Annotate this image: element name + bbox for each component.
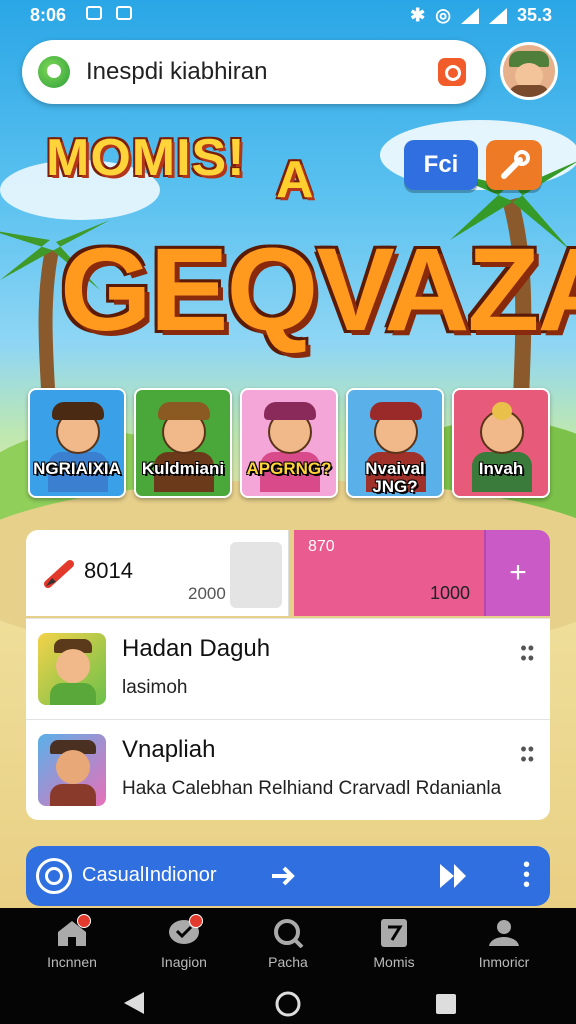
nav-item-chat[interactable]: Inagion xyxy=(134,914,234,970)
character-card[interactable]: Invah xyxy=(452,388,550,498)
avatar[interactable] xyxy=(500,42,558,100)
bottom-action-bar[interactable]: CasualIndionor • • • xyxy=(26,846,550,906)
list-item[interactable]: Vnapliah Haka Calebhan Relhiand Crarvadl… xyxy=(26,719,550,820)
character-name: APGRNG? xyxy=(246,459,332,478)
search-input[interactable]: Inespdi kiabhiran xyxy=(86,58,267,86)
character-name: NGRIAIXIA xyxy=(33,459,121,478)
recents-icon[interactable] xyxy=(434,992,458,1016)
character-name: Nvaival JNG? xyxy=(365,459,425,496)
profile-icon xyxy=(487,918,521,948)
list-item-avatar xyxy=(38,734,106,806)
alarm-icon: ◎ xyxy=(435,5,451,25)
top-button-blue[interactable]: Fci xyxy=(404,140,478,190)
character-name: Kuldmiani xyxy=(141,459,225,478)
fast-forward-icon[interactable] xyxy=(438,862,468,890)
notification-icon xyxy=(116,6,132,20)
logo-line2: A xyxy=(276,151,314,209)
wifi-icon xyxy=(460,7,479,24)
search-icon xyxy=(271,918,305,949)
character-card[interactable]: APGRNG? xyxy=(240,388,338,498)
chat-icon xyxy=(167,914,203,948)
nav-label: Pacha xyxy=(268,954,308,970)
home-icon xyxy=(55,914,91,948)
record-icon[interactable] xyxy=(36,858,72,894)
home-button-icon[interactable] xyxy=(274,990,302,1018)
drag-handle-icon[interactable]: • • • • xyxy=(520,639,534,667)
notification-icon xyxy=(86,6,102,20)
action-label: CasualIndionor xyxy=(82,864,217,886)
cards-icon xyxy=(377,918,411,948)
resource-slot[interactable] xyxy=(230,542,282,608)
wrench-button[interactable] xyxy=(486,140,542,190)
app-logo-icon xyxy=(38,56,70,88)
bluetooth-icon: ✱ xyxy=(410,5,426,25)
nav-label: Momis xyxy=(373,954,415,970)
list-item[interactable]: Hadan Daguh lasimoh • • • • xyxy=(26,618,550,719)
character-card[interactable]: Kuldmiani xyxy=(134,388,232,498)
character-selector: NGRIAIXIA Kuldmiani APGRNG? Nvaival JNG?… xyxy=(28,388,550,500)
character-name: Invah xyxy=(478,459,524,478)
list-item-subtitle: lasimoh xyxy=(122,677,188,698)
pencil-icon xyxy=(44,560,74,588)
list-item-title: Vnapliah xyxy=(122,736,216,763)
list-item-subtitle: Haka Calebhan Relhiand Crarvadl Rdanianl… xyxy=(122,778,502,799)
resource-value: 8014 xyxy=(84,558,133,583)
logo-line1: MOMIS! xyxy=(46,129,246,187)
nav-label: Incnnen xyxy=(47,954,97,970)
status-bar: 8:06 ✱ ◎ 35.3 xyxy=(0,0,576,32)
back-icon[interactable] xyxy=(122,990,146,1016)
game-screen: 8:06 ✱ ◎ 35.3 Inespdi kiabhiran Fci MOMI… xyxy=(0,0,576,908)
main-panel: 8014 2000 870 1000 + Hadan Daguh lasimoh… xyxy=(26,530,550,826)
search-bar[interactable]: Inespdi kiabhiran xyxy=(22,40,486,104)
battery-level: 35.3 xyxy=(516,5,552,25)
bottom-navigation: Incnnen Inagion Pacha Momis Inmoricr xyxy=(0,908,576,1024)
more-icon[interactable]: • • • xyxy=(523,855,530,895)
signal-icon xyxy=(488,7,507,24)
nav-item-cards[interactable]: Momis xyxy=(344,918,444,970)
game-title-logo: GEQVAZA xyxy=(60,224,576,356)
resource-panel-left: 8014 2000 xyxy=(26,530,289,616)
drag-handle-icon[interactable]: • • • • xyxy=(520,740,534,768)
list-item-title: Hadan Daguh xyxy=(122,635,271,662)
resource-panel-right: 870 1000 xyxy=(294,530,484,616)
status-time: 8:06 xyxy=(30,5,67,25)
list-item-avatar xyxy=(38,633,106,705)
character-card[interactable]: NGRIAIXIA xyxy=(28,388,126,498)
nav-label: Inagion xyxy=(161,954,207,970)
nav-item-search[interactable]: Pacha xyxy=(238,918,338,970)
resource-sub-value: 2000 xyxy=(188,584,226,603)
camera-search-icon[interactable] xyxy=(438,58,466,86)
wrench-icon xyxy=(501,150,530,179)
add-button[interactable]: + xyxy=(484,530,550,616)
nav-item-home[interactable]: Incnnen xyxy=(22,914,122,970)
nav-label: Inmoricr xyxy=(478,954,530,970)
character-card[interactable]: Nvaival JNG? xyxy=(346,388,444,498)
nav-item-profile[interactable]: Inmoricr xyxy=(454,918,554,970)
arrow-right-icon[interactable] xyxy=(270,864,298,888)
resource-right-top: 870 xyxy=(308,538,335,555)
resource-right-bottom: 1000 xyxy=(429,583,470,603)
